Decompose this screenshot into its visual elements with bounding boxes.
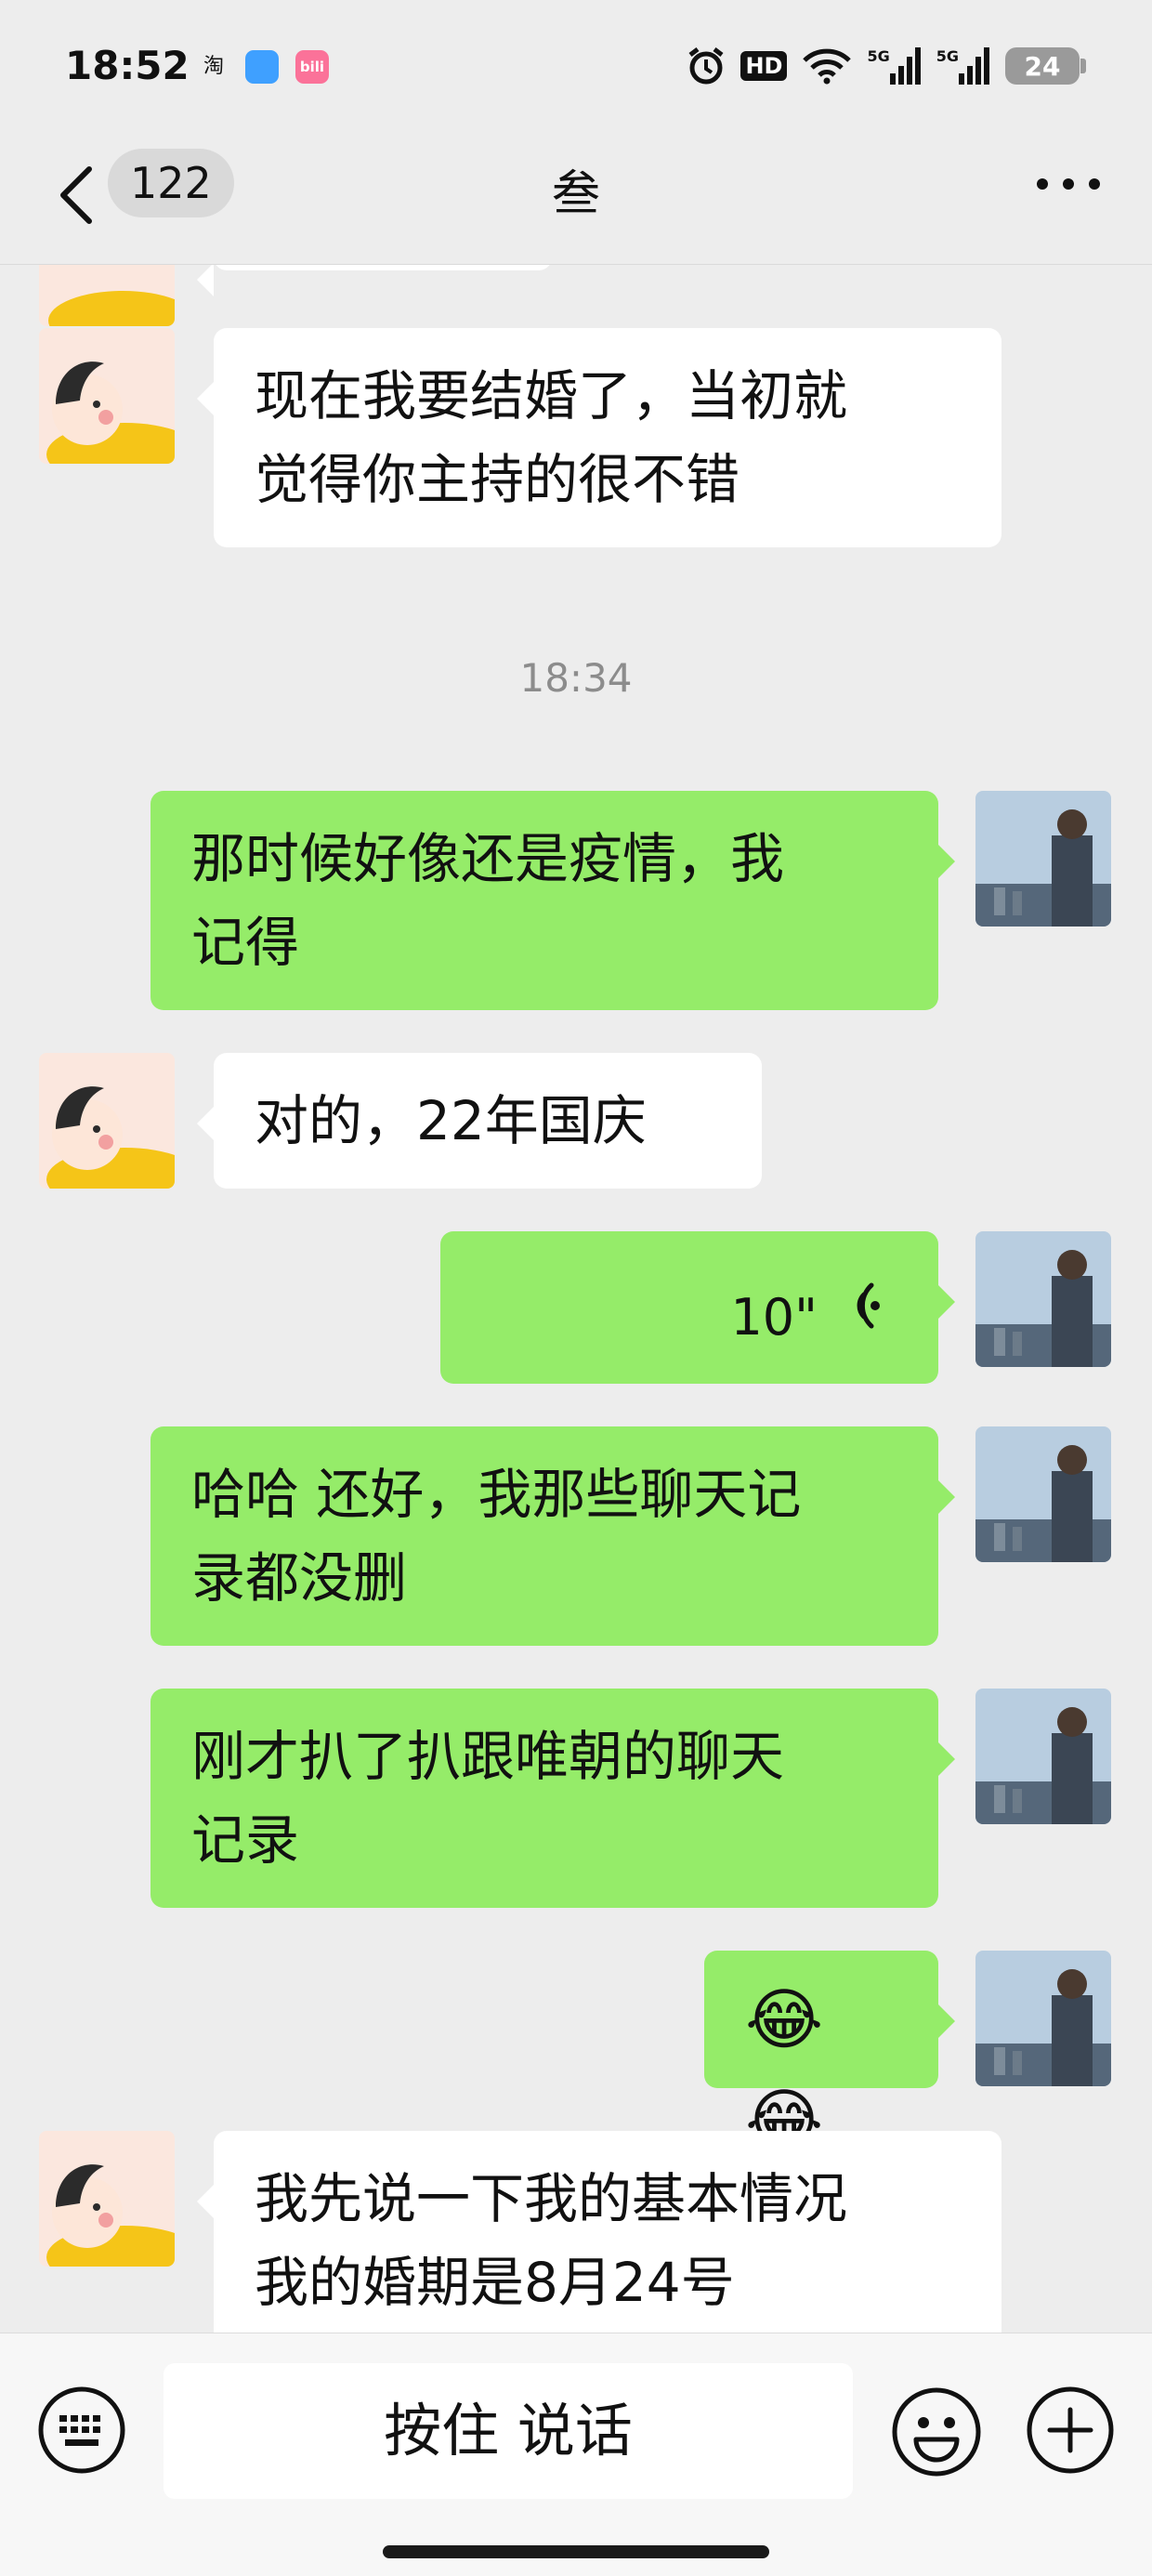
my-avatar[interactable] bbox=[975, 1951, 1111, 2086]
emoji-button[interactable] bbox=[890, 2385, 983, 2478]
voice-message-bubble[interactable]: 10" bbox=[440, 1231, 955, 1384]
status-icons: HD 5G 5G 24 bbox=[687, 46, 1086, 85]
hold-to-talk-button[interactable]: 按住 说话 bbox=[164, 2363, 853, 2499]
alarm-icon bbox=[687, 46, 726, 85]
status-bar: 18:52 淘 bili HD 5G 5G 24 bbox=[0, 0, 1152, 130]
chat-header: 122 叁 bbox=[0, 130, 1152, 265]
plus-circle-icon bbox=[1027, 2386, 1114, 2474]
bilibili-app-icon: bili bbox=[295, 50, 329, 84]
chat-title: 叁 bbox=[551, 166, 600, 222]
my-avatar[interactable] bbox=[975, 1689, 1111, 1824]
message-bubble-incoming[interactable]: 现在我要结婚了，当初就 觉得你主持的很不错 bbox=[197, 328, 1001, 547]
signal-5g-icon-2: 5G bbox=[936, 47, 990, 85]
smiley-icon bbox=[892, 2387, 981, 2477]
contact-avatar[interactable] bbox=[39, 1053, 175, 1189]
status-time: 18:52 bbox=[65, 43, 190, 88]
message-bubble-partial[interactable] bbox=[197, 265, 552, 296]
contact-avatar[interactable] bbox=[39, 2131, 175, 2267]
my-avatar[interactable] bbox=[975, 1231, 1111, 1367]
wifi-icon bbox=[802, 47, 852, 85]
blue-app-icon bbox=[245, 50, 279, 84]
more-dots-icon bbox=[1037, 178, 1100, 190]
home-indicator[interactable] bbox=[383, 2545, 769, 2558]
more-actions-button[interactable] bbox=[1026, 2385, 1115, 2475]
hd-icon: HD bbox=[740, 51, 788, 81]
message-timestamp: 18:34 bbox=[519, 655, 633, 701]
voice-wave-icon bbox=[857, 1282, 880, 1329]
message-list[interactable]: 现在我要结婚了，当初就 觉得你主持的很不错 18:34 那时候好像还是疫情，我 … bbox=[0, 265, 1152, 2333]
message-bubble-outgoing[interactable]: 刚才扒了扒跟唯朝的聊天 记录 bbox=[151, 1689, 955, 1908]
input-bar: 按住 说话 bbox=[0, 2333, 1152, 2576]
message-bubble-incoming[interactable]: 对的，22年国庆 bbox=[197, 1053, 762, 1189]
message-bubble-incoming[interactable]: 我先说一下我的基本情况 我的婚期是8月24号 bbox=[197, 2131, 1001, 2333]
my-avatar[interactable] bbox=[975, 791, 1111, 927]
more-button[interactable] bbox=[1031, 165, 1106, 203]
message-bubble-outgoing[interactable]: 哈哈 还好，我那些聊天记 录都没删 bbox=[151, 1426, 955, 1646]
battery-icon: 24 bbox=[1005, 47, 1086, 85]
emoji-message-bubble[interactable]: 😂😂 bbox=[704, 1951, 955, 2159]
contact-avatar[interactable] bbox=[39, 328, 175, 464]
my-avatar[interactable] bbox=[975, 1426, 1111, 1562]
message-bubble-outgoing[interactable]: 那时候好像还是疫情，我 记得 bbox=[151, 791, 955, 1010]
voice-duration: 10" bbox=[730, 1288, 818, 1347]
signal-5g-icon: 5G bbox=[867, 47, 921, 85]
keyboard-icon bbox=[38, 2386, 125, 2474]
contact-avatar[interactable] bbox=[39, 265, 175, 326]
taobao-app-icon: 淘 bbox=[203, 55, 224, 78]
keyboard-toggle-button[interactable] bbox=[37, 2385, 126, 2475]
